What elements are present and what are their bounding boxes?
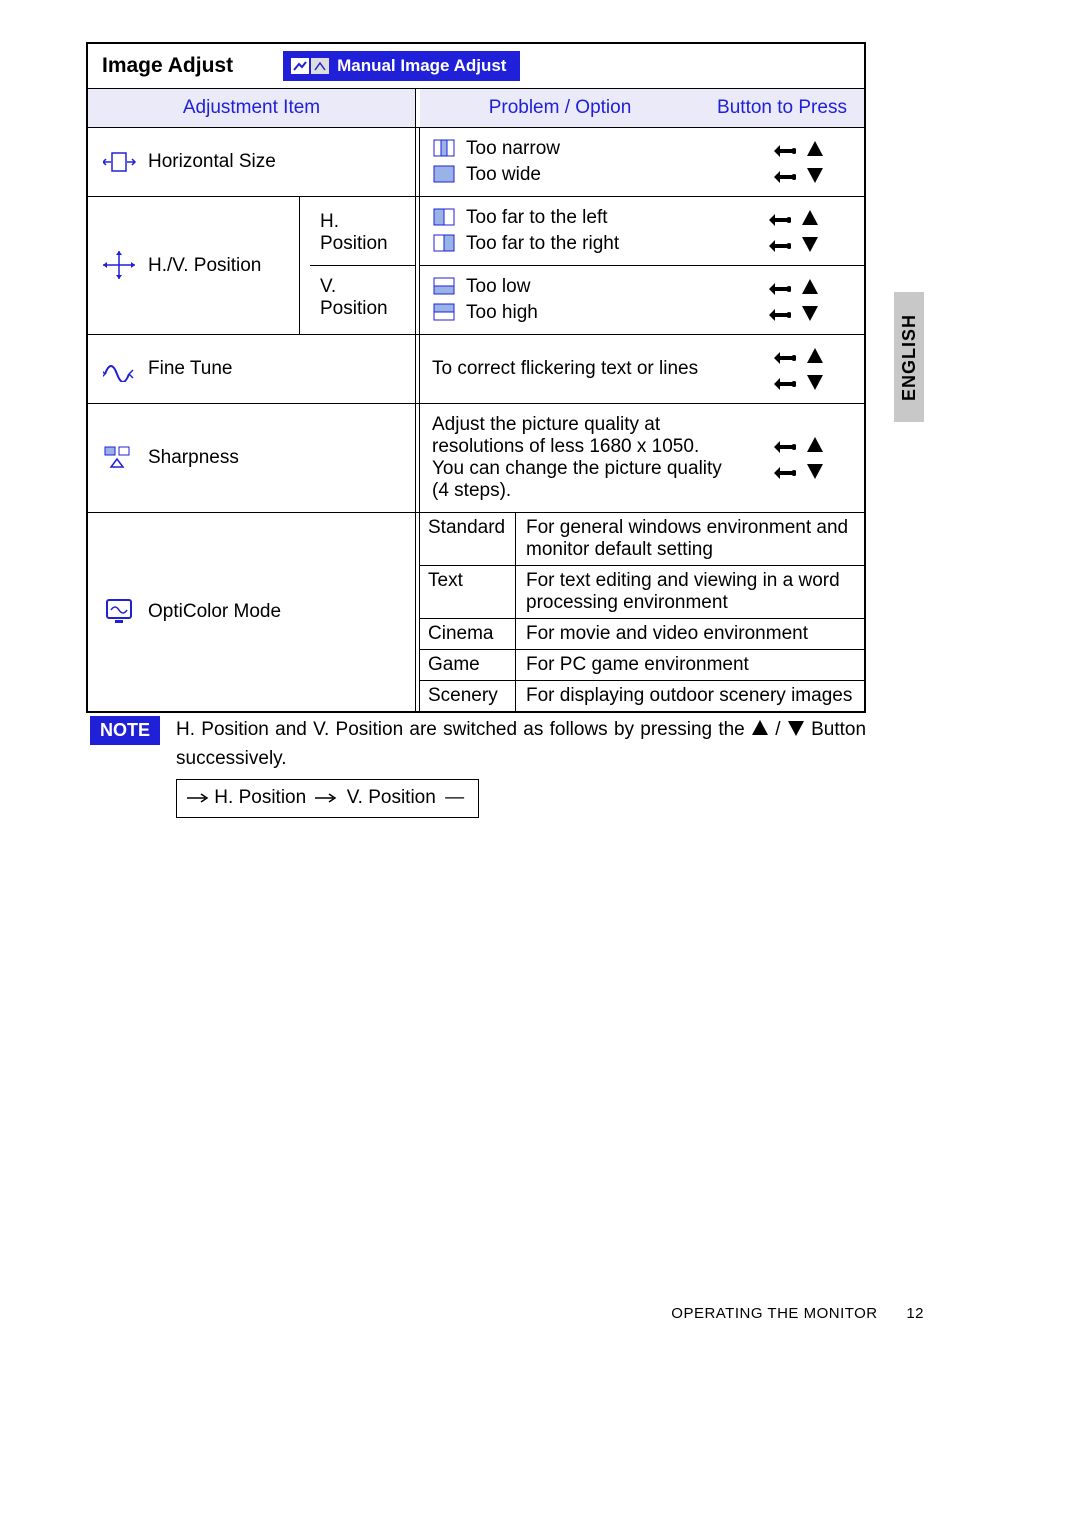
mode-desc: For movie and video environment	[516, 619, 864, 649]
table-header: Adjustment Item Problem / Option Button …	[88, 88, 864, 128]
mode-desc: For displaying outdoor scenery images	[516, 681, 864, 711]
opt-too-high: Too high	[466, 302, 538, 324]
press-down[interactable]	[774, 460, 824, 482]
triangle-up-icon	[751, 719, 769, 737]
opt-too-low: Too low	[466, 276, 530, 298]
too-wide-icon	[432, 165, 456, 185]
too-low-icon	[432, 277, 456, 297]
badge-icon-1	[291, 58, 309, 74]
language-tab-label: ENGLISH	[899, 313, 920, 400]
fine-tune-label: Fine Tune	[148, 358, 233, 380]
manual-image-adjust-badge: Manual Image Adjust	[283, 51, 520, 81]
fine-tune-desc: To correct flickering text or lines	[432, 358, 728, 380]
badge-label: Manual Image Adjust	[337, 56, 506, 76]
opt-too-wide: Too wide	[466, 164, 541, 186]
hsize-label: Horizontal Size	[148, 151, 276, 173]
opt-too-narrow: Too narrow	[466, 138, 560, 160]
opticolor-mode-row: GameFor PC game environment	[420, 650, 864, 681]
header-button: Button to Press	[700, 89, 864, 127]
press-up[interactable]	[774, 138, 824, 160]
press-up[interactable]	[774, 345, 824, 367]
badge-icon-2	[311, 58, 329, 74]
press-up[interactable]	[769, 207, 819, 229]
row-opticolor: OptiColor Mode StandardFor general windo…	[88, 513, 864, 711]
mode-name: Standard	[420, 513, 516, 565]
adjustment-table: Image Adjust Manual Image Adjust Adjustm…	[86, 42, 866, 713]
note-text: H. Position and V. Position are switched…	[176, 716, 866, 818]
opticolor-mode-row: CinemaFor movie and video environment	[420, 619, 864, 650]
mode-name: Cinema	[420, 619, 516, 649]
note-badge: NOTE	[90, 716, 160, 745]
page-footer: OPERATING THE MONITOR 12	[671, 1305, 924, 1322]
sharpness-icon	[102, 445, 138, 471]
opt-too-right: Too far to the right	[466, 233, 619, 255]
mode-desc: For text editing and viewing in a word p…	[516, 566, 864, 618]
row-sharpness: Sharpness Adjust the picture quality at …	[88, 404, 864, 513]
row-fine-tune: Fine Tune To correct flickering text or …	[88, 335, 864, 404]
fine-tune-icon	[102, 356, 138, 382]
press-down[interactable]	[769, 302, 819, 324]
too-right-icon	[432, 234, 456, 254]
section-title: Image Adjust	[102, 54, 233, 78]
footer-section: OPERATING THE MONITOR	[671, 1305, 877, 1322]
press-down[interactable]	[774, 371, 824, 393]
header-adjustment: Adjustment Item	[88, 89, 416, 127]
mode-name: Game	[420, 650, 516, 680]
mode-desc: For general windows environment and moni…	[516, 513, 864, 565]
header-problem: Problem / Option	[420, 89, 700, 127]
sharpness-desc: Adjust the picture quality at resolution…	[432, 414, 728, 502]
opticolor-label: OptiColor Mode	[148, 601, 281, 623]
opticolor-mode-row: TextFor text editing and viewing in a wo…	[420, 566, 864, 619]
hsize-icon	[102, 150, 138, 174]
mode-name: Scenery	[420, 681, 516, 711]
too-narrow-icon	[432, 139, 456, 159]
press-down[interactable]	[769, 233, 819, 255]
vpos-label: V. Position	[320, 276, 405, 320]
opticolor-mode-row: StandardFor general windows environment …	[420, 513, 864, 566]
too-high-icon	[432, 303, 456, 323]
hvpos-label: H./V. Position	[148, 255, 261, 277]
mode-name: Text	[420, 566, 516, 618]
row-hv-position: H./V. Position H. Position V. Position T…	[88, 197, 864, 335]
too-left-icon	[432, 208, 456, 228]
note-block: NOTE H. Position and V. Position are swi…	[90, 716, 866, 818]
row-horizontal-size: Horizontal Size Too narrow Too wide	[88, 128, 864, 197]
press-down[interactable]	[774, 164, 824, 186]
hpos-label: H. Position	[320, 211, 405, 255]
opticolor-mode-row: SceneryFor displaying outdoor scenery im…	[420, 681, 864, 711]
hvpos-icon	[102, 251, 138, 281]
press-up[interactable]	[774, 434, 824, 456]
opt-too-left: Too far to the left	[466, 207, 608, 229]
triangle-down-icon	[787, 719, 805, 737]
sharpness-label: Sharpness	[148, 447, 239, 469]
note-sequence: H. Position V. Position —	[176, 779, 479, 818]
language-tab: ENGLISH	[894, 292, 924, 422]
footer-page: 12	[906, 1305, 924, 1322]
press-up[interactable]	[769, 276, 819, 298]
opticolor-icon	[102, 598, 138, 626]
mode-desc: For PC game environment	[516, 650, 864, 680]
